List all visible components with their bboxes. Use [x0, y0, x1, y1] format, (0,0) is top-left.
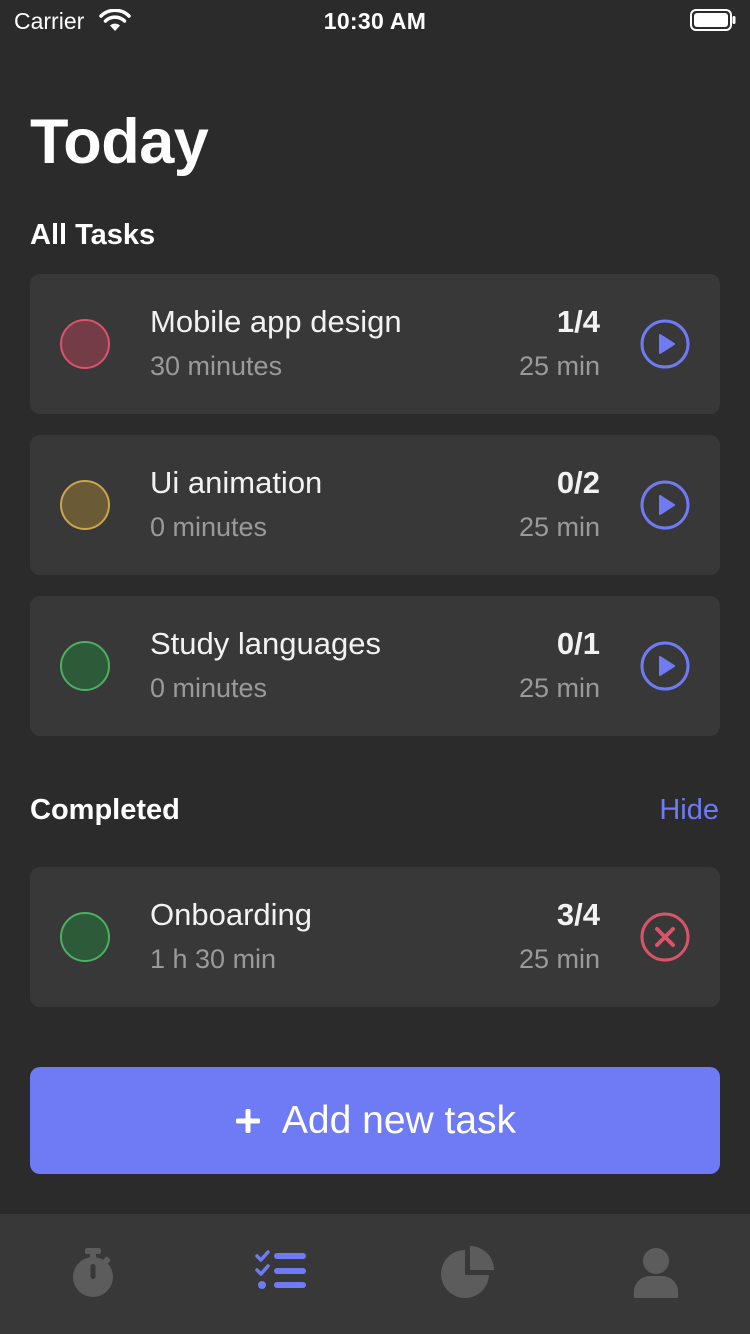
task-duration: 30 minutes — [150, 351, 283, 381]
plus-icon — [235, 1108, 260, 1133]
task-color-dot — [60, 641, 110, 691]
add-new-task-button[interactable]: Add new task — [30, 1067, 720, 1174]
task-session-length: 25 min — [518, 944, 600, 974]
section-title-all-tasks: All Tasks — [30, 219, 156, 251]
timer-icon — [73, 1248, 113, 1297]
play-icon[interactable] — [640, 319, 690, 369]
tab-timer[interactable] — [65, 1244, 121, 1300]
task-card[interactable]: Ui animation 0 minutes 0/2 25 min — [30, 435, 720, 575]
status-bar: Carrier 10:30 AM — [0, 0, 750, 40]
status-time: 10:30 AM — [323, 8, 427, 34]
task-color-dot — [60, 319, 110, 369]
tab-profile[interactable] — [628, 1244, 684, 1300]
tab-stats[interactable] — [440, 1244, 496, 1300]
task-name: Study languages — [150, 626, 381, 661]
task-progress-count: 0/2 — [556, 465, 600, 500]
task-progress-count: 1/4 — [556, 304, 600, 339]
task-progress-count: 0/1 — [556, 626, 600, 661]
task-name: Mobile app design — [150, 304, 402, 339]
task-name: Ui animation — [150, 465, 323, 500]
task-color-dot — [60, 912, 110, 962]
tab-tasks[interactable] — [252, 1244, 308, 1300]
section-title-completed: Completed — [30, 794, 180, 826]
task-list-icon — [255, 1250, 306, 1289]
play-icon[interactable] — [640, 480, 690, 530]
close-circle-icon[interactable] — [640, 912, 690, 962]
task-name: Onboarding — [150, 897, 313, 932]
stats-pie-icon — [441, 1246, 494, 1298]
task-session-length: 25 min — [518, 673, 600, 703]
play-icon[interactable] — [640, 641, 690, 691]
task-color-dot — [60, 480, 110, 530]
task-duration: 0 minutes — [150, 673, 268, 703]
add-new-task-label: Add new task — [281, 1098, 517, 1142]
task-card[interactable]: Mobile app design 30 minutes 1/4 25 min — [30, 274, 720, 414]
task-progress-count: 3/4 — [556, 897, 600, 932]
task-session-length: 25 min — [518, 351, 600, 381]
task-duration: 0 minutes — [150, 512, 268, 542]
task-duration: 1 h 30 min — [150, 944, 277, 974]
tab-bar — [0, 1214, 750, 1334]
task-card[interactable]: Onboarding 1 h 30 min 3/4 25 min — [30, 867, 720, 1007]
page-title: Today — [30, 107, 209, 177]
task-session-length: 25 min — [518, 512, 600, 542]
task-card[interactable]: Study languages 0 minutes 0/1 25 min — [30, 596, 720, 736]
hide-completed-button[interactable]: Hide — [659, 794, 719, 827]
battery-icon — [690, 9, 736, 31]
profile-icon — [634, 1248, 678, 1298]
